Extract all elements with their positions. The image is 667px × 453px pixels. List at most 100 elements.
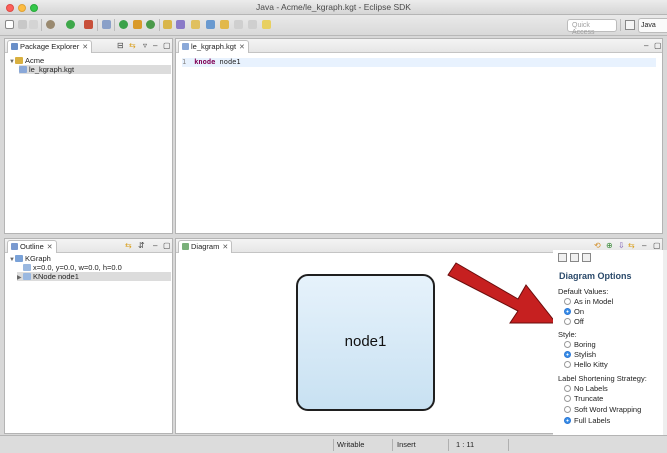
annotation-icon[interactable] — [206, 20, 215, 29]
export-icon[interactable]: ⇩ — [618, 241, 625, 250]
radio-full-labels[interactable]: Full Labels — [564, 416, 610, 425]
tree-item-acme[interactable]: ▼ Acme — [9, 56, 44, 65]
radio-label: Hello Kitty — [574, 360, 608, 369]
pin-icon[interactable] — [262, 20, 271, 29]
status-writable: Writable — [337, 440, 365, 449]
quick-access-input[interactable]: Quick Access — [567, 19, 617, 36]
close-tab-icon[interactable]: ✕ — [239, 44, 245, 51]
link-icon[interactable]: ⇆ — [628, 241, 635, 250]
package-explorer-icon — [11, 43, 18, 50]
tree-item-shape-layout[interactable]: x=0.0, y=0.0, w=0.0, h=0.0 — [23, 263, 122, 272]
minimize-view-icon[interactable]: – — [153, 41, 157, 50]
radio-as-in-model[interactable]: As in Model — [564, 297, 613, 306]
new-package-icon[interactable] — [119, 20, 128, 29]
run-icon[interactable] — [66, 20, 75, 29]
tree-item-kgraph[interactable]: ▼ KGraph — [9, 254, 51, 263]
new-java-project-icon[interactable] — [102, 20, 111, 29]
diagram-icon — [182, 243, 189, 250]
search-icon[interactable] — [191, 20, 200, 29]
open-type-icon[interactable] — [163, 20, 172, 29]
radio-icon — [564, 406, 571, 413]
outline-icon — [11, 243, 18, 250]
tab-diagram[interactable]: Diagram ✕ — [178, 240, 233, 253]
radio-truncate[interactable]: Truncate — [564, 394, 603, 403]
options-collapse-icon[interactable] — [570, 253, 579, 262]
radio-icon — [564, 385, 571, 392]
zoom-to-fit-icon[interactable]: ⊕ — [606, 241, 613, 250]
radio-icon — [564, 341, 571, 348]
outline-view: Outline ✕ ⇆ ⇵ – ▢ ▼ KGraph x=0.0, y=0.0, w… — [4, 238, 173, 434]
tab-label: Diagram — [191, 242, 220, 251]
forward-icon[interactable] — [248, 20, 257, 29]
radio-hello-kitty[interactable]: Hello Kitty — [564, 360, 608, 369]
radio-boring[interactable]: Boring — [564, 340, 596, 349]
editor-tabbar: le_kgraph.kgt ✕ – ▢ — [176, 39, 662, 53]
radio-label: Full Labels — [574, 416, 611, 425]
radio-label: Soft Word Wrapping — [574, 405, 642, 414]
minimize-view-icon[interactable]: – — [642, 241, 646, 250]
view-menu-icon[interactable]: ▿ — [143, 41, 147, 50]
radio-icon — [564, 395, 571, 402]
new-icon[interactable] — [5, 20, 14, 29]
link-with-editor-icon[interactable]: ⇆ — [129, 41, 136, 50]
refresh-layout-icon[interactable]: ⟲ — [594, 241, 601, 250]
radio-off[interactable]: Off — [564, 317, 584, 326]
layout-options-icon[interactable] — [558, 253, 567, 262]
radio-label: No Labels — [574, 384, 608, 393]
kgt-file-icon — [182, 43, 189, 50]
knode-icon — [23, 273, 31, 280]
maximize-view-icon[interactable]: ▢ — [653, 241, 661, 250]
minimize-view-icon[interactable]: – — [153, 241, 157, 250]
status-separator — [392, 439, 393, 451]
open-perspective-icon[interactable] — [625, 20, 635, 30]
tab-label: le_kgraph.kgt — [191, 42, 237, 51]
code-line[interactable]: 1 knode node1 — [182, 58, 656, 67]
new-class-wizard-icon[interactable] — [146, 20, 155, 29]
radio-soft-word-wrapping[interactable]: Soft Word Wrapping — [564, 405, 641, 414]
sort-icon[interactable]: ⇵ — [138, 241, 145, 250]
maximize-view-icon[interactable]: ▢ — [654, 41, 662, 50]
tab-label: Package Explorer — [20, 42, 80, 51]
arrow-shape — [447, 262, 558, 324]
maximize-view-icon[interactable]: ▢ — [163, 41, 171, 50]
radio-label: Boring — [574, 340, 596, 349]
red-arrow-annotation — [447, 262, 558, 324]
tab-outline[interactable]: Outline ✕ — [7, 240, 57, 253]
maximize-view-icon[interactable]: ▢ — [163, 241, 171, 250]
options-scrollbar[interactable] — [663, 250, 667, 435]
new-class-icon[interactable] — [133, 20, 142, 29]
radio-label: Truncate — [574, 394, 604, 403]
close-tab-icon[interactable]: ✕ — [47, 244, 53, 251]
package-explorer-view: Package Explorer ✕ ⊟ ⇆ ▿ – ▢ ▼ Acme le_kgr… — [4, 38, 173, 234]
options-expand-icon[interactable] — [582, 253, 591, 262]
tab-package-explorer[interactable]: Package Explorer ✕ — [7, 40, 93, 53]
tab-le-kgraph-kgt[interactable]: le_kgraph.kgt ✕ — [178, 40, 249, 53]
save-all-icon[interactable] — [29, 20, 38, 29]
toolbar-separator — [159, 19, 160, 31]
tree-item-knode-node1[interactable]: ▶ KNode node1 — [17, 272, 171, 281]
minimize-view-icon[interactable]: – — [644, 41, 648, 50]
link-with-editor-icon[interactable]: ⇆ — [125, 241, 132, 250]
radio-no-labels[interactable]: No Labels — [564, 384, 608, 393]
diagram-options-title: Diagram Options — [559, 271, 632, 281]
window-titlebar: Java - Acme/le_kgraph.kgt - Eclipse SDK — [0, 0, 667, 15]
open-task-icon[interactable] — [176, 20, 185, 29]
radio-on[interactable]: On — [564, 307, 584, 316]
collapse-all-icon[interactable]: ⊟ — [117, 41, 124, 50]
tree-item-label: Acme — [25, 56, 45, 65]
external-tools-icon[interactable] — [84, 20, 93, 29]
radio-icon — [564, 298, 571, 305]
tree-item-le-kgraph[interactable]: le_kgraph.kgt — [19, 65, 171, 74]
debug-icon[interactable] — [46, 20, 55, 29]
save-icon[interactable] — [18, 20, 27, 29]
close-tab-icon[interactable]: ✕ — [222, 244, 228, 251]
close-tab-icon[interactable]: ✕ — [82, 44, 88, 51]
code-keyword: knode — [194, 58, 216, 66]
tab-label: Outline — [20, 242, 44, 251]
status-insert-mode: Insert — [397, 440, 416, 449]
java-perspective-button[interactable]: Java — [638, 18, 667, 33]
radio-stylish[interactable]: Stylish — [564, 350, 596, 359]
back-icon[interactable] — [234, 20, 243, 29]
edit-icon[interactable] — [220, 20, 229, 29]
group-label-default-values: Default Values: — [558, 287, 609, 296]
